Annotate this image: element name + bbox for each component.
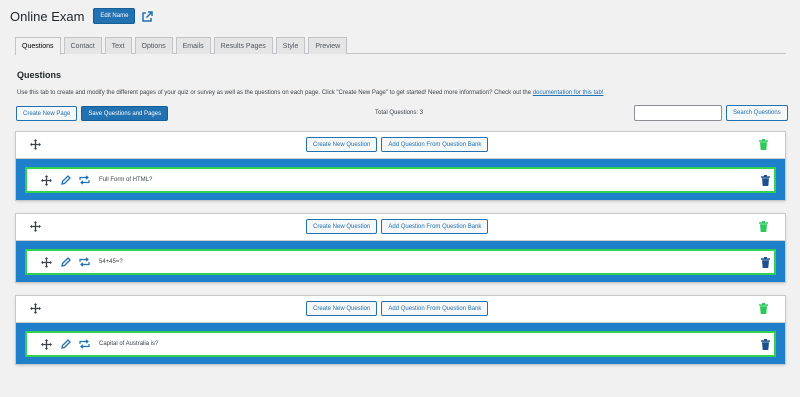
edit-icon[interactable] [61,175,71,185]
page-header: Create New Question Add Question From Qu… [16,214,785,240]
duplicate-icon[interactable] [79,257,90,267]
add-from-bank-button[interactable]: Add Question From Question Bank [381,137,489,152]
tab-options[interactable]: Options [134,37,173,54]
question-card: 54+45=? [25,249,776,275]
question-text[interactable]: Capital of Australia is? [99,341,158,347]
tab-text[interactable]: Text [104,37,132,54]
move-icon[interactable] [41,257,52,268]
tab-contact[interactable]: Contact [63,37,102,54]
question-text[interactable]: Full Form of HTML? [99,177,152,183]
page-header: Create New Question Add Question From Qu… [16,296,785,322]
quiz-page: Create New Question Add Question From Qu… [16,132,785,200]
question-text[interactable]: 54+45=? [99,259,123,265]
description-text: Use this tab to create and modify the di… [17,90,533,96]
page-toolbar: Create New Page Save Questions and Pages [16,106,169,121]
tab-questions[interactable]: Questions [15,37,61,55]
trash-icon[interactable] [761,175,770,186]
move-icon[interactable] [30,303,41,314]
create-new-question-button[interactable]: Create New Question [306,301,378,316]
section-heading: Questions [17,70,62,80]
edit-name-button[interactable]: Edit Name [93,8,136,24]
edit-icon[interactable] [61,257,71,267]
section-description: Use this tab to create and modify the di… [17,90,603,96]
trash-icon[interactable] [761,339,770,350]
move-icon[interactable] [41,339,52,350]
trash-icon[interactable] [759,221,768,232]
trash-icon[interactable] [759,139,768,150]
page-header-buttons: Create New Question Add Question From Qu… [306,301,489,316]
edit-icon[interactable] [61,339,71,349]
total-questions: Total Questions: 3 [375,110,424,116]
page-header-buttons: Create New Question Add Question From Qu… [306,219,489,234]
question-area: Full Form of HTML? [16,158,785,200]
create-new-question-button[interactable]: Create New Question [306,219,378,234]
page-title: Online Exam [10,8,85,24]
page-header: Create New Question Add Question From Qu… [16,132,785,158]
documentation-link[interactable]: documentation for this tab! [533,90,604,96]
search-questions-button[interactable]: Search Questions [726,105,788,121]
page-header-buttons: Create New Question Add Question From Qu… [306,137,489,152]
move-icon[interactable] [41,175,52,186]
create-new-page-button[interactable]: Create New Page [16,106,78,121]
question-card: Full Form of HTML? [25,167,776,193]
move-icon[interactable] [30,221,41,232]
duplicate-icon[interactable] [79,175,90,185]
title-row: Online Exam Edit Name [10,7,154,25]
move-icon[interactable] [30,139,41,150]
trash-icon[interactable] [759,303,768,314]
question-area: 54+45=? [16,240,785,282]
tab-style[interactable]: Style [275,37,306,54]
create-new-question-button[interactable]: Create New Question [306,137,378,152]
search-input[interactable] [634,105,722,121]
tab-emails[interactable]: Emails [175,37,211,54]
add-from-bank-button[interactable]: Add Question From Question Bank [381,301,489,316]
external-link-icon[interactable] [141,10,154,22]
tab-bar: Questions Contact Text Options Emails Re… [15,37,786,55]
quiz-page: Create New Question Add Question From Qu… [16,214,785,282]
duplicate-icon[interactable] [79,339,90,349]
tab-results-pages[interactable]: Results Pages [213,37,273,54]
trash-icon[interactable] [761,257,770,268]
add-from-bank-button[interactable]: Add Question From Question Bank [381,219,489,234]
save-questions-button[interactable]: Save Questions and Pages [81,106,169,121]
question-card: Capital of Australia is? [25,331,776,357]
tab-preview[interactable]: Preview [308,37,348,54]
quiz-page: Create New Question Add Question From Qu… [16,296,785,364]
question-area: Capital of Australia is? [16,322,785,364]
